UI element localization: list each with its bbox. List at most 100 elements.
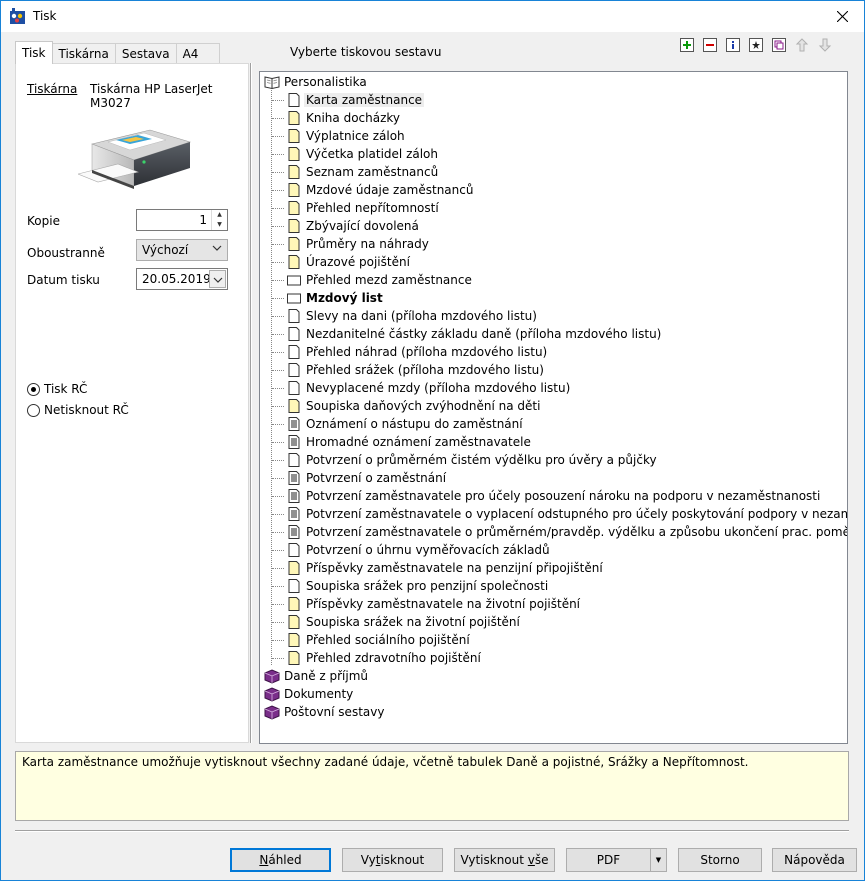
tab-tisk[interactable]: Tisk: [15, 41, 53, 64]
tree-item[interactable]: Mzdový list: [286, 289, 383, 307]
calendar-dropdown-icon[interactable]: [209, 270, 226, 288]
tree-item[interactable]: Úrazové pojištění: [286, 253, 410, 271]
landscape-document-icon: [287, 275, 301, 286]
date-field[interactable]: 20.05.2019: [136, 268, 228, 290]
tree-connector: [272, 298, 284, 299]
tree-item[interactable]: Soupiska daňových zvýhodnění na děti: [286, 397, 540, 415]
tree-item-label: Přehled nepřítomností: [306, 201, 439, 215]
copy-button[interactable]: [772, 38, 786, 52]
closed-book-icon: [264, 705, 280, 720]
printer-link[interactable]: Tiskárna: [27, 82, 77, 96]
tree-connector: [272, 568, 284, 569]
tree-item[interactable]: Slevy na dani (příloha mzdového listu): [286, 307, 537, 325]
tree-connector: [272, 262, 284, 263]
tab-strip: Tisk Tiskárna Sestava A4: [15, 41, 220, 64]
tree-item[interactable]: Nevyplacené mzdy (příloha mzdového listu…: [286, 379, 570, 397]
help-button[interactable]: Nápověda: [772, 848, 857, 872]
tree-item[interactable]: Příspěvky zaměstnavatele na penzijní při…: [286, 559, 603, 577]
tree-item-label: Průměry na náhrady: [306, 237, 429, 251]
preview-label: áhled: [268, 853, 302, 867]
tree-item[interactable]: Mzdové údaje zaměstnanců: [286, 181, 473, 199]
tree-connector: [272, 532, 284, 533]
tree-item[interactable]: Potvrzení zaměstnavatele o průměrném/pra…: [286, 523, 847, 541]
close-button[interactable]: [824, 3, 860, 30]
radio-checked-icon[interactable]: [27, 382, 40, 396]
radio-no-rc[interactable]: Netisknout RČ: [27, 403, 129, 417]
add-button[interactable]: [680, 38, 694, 52]
tree-item-label: Přehled zdravotního pojištění: [306, 651, 481, 665]
tree-item[interactable]: Zbývající dovolená: [286, 217, 419, 235]
tree-item-label: Nezdanitelné částky základu daně (příloh…: [306, 327, 662, 341]
form-document-icon: [288, 435, 300, 449]
tree-item[interactable]: Přehled nepřítomností: [286, 199, 439, 217]
radio-print-rc-label: Tisk RČ: [44, 382, 88, 396]
tree-item[interactable]: Výplatnice záloh: [286, 127, 405, 145]
tree-group[interactable]: Poštovní sestavy: [264, 703, 384, 721]
tree-item-label: Úrazové pojištění: [306, 255, 410, 269]
pdf-dropdown-icon[interactable]: ▼: [650, 849, 666, 871]
yellow-document-icon: [288, 183, 300, 197]
tree-item[interactable]: Potvrzení o zaměstnání: [286, 469, 446, 487]
duplex-select[interactable]: Výchozí: [136, 239, 228, 261]
tab-a4[interactable]: A4: [175, 43, 220, 64]
print-all-button[interactable]: Vytisknout v še: [454, 848, 555, 872]
tree-item[interactable]: Přehled sociálního pojištění: [286, 631, 470, 649]
copies-label: Kopie: [27, 214, 60, 228]
close-icon: [836, 11, 848, 22]
remove-button[interactable]: [703, 38, 717, 52]
print-label-a: Vy: [360, 853, 376, 867]
window-title: Tisk: [33, 9, 57, 23]
move-down-icon: [818, 38, 832, 52]
print-all-label-b: še: [534, 853, 549, 867]
tree-item[interactable]: Příspěvky zaměstnavatele na životní poji…: [286, 595, 580, 613]
pdf-button[interactable]: PDF ▼: [566, 848, 667, 872]
duplex-value: Výchozí: [142, 243, 189, 257]
spin-up-icon[interactable]: ▲: [212, 210, 227, 220]
document-icon: [288, 543, 300, 557]
tree-item[interactable]: Potvrzení zaměstnavatele o vyplacení ods…: [286, 505, 847, 523]
tree-item[interactable]: Soupiska srážek pro penzijní společnosti: [286, 577, 548, 595]
tree-item-label: Soupiska srážek pro penzijní společnosti: [306, 579, 549, 593]
tree-node-personalistika[interactable]: Personalistika: [264, 73, 367, 91]
tree-item-label: Oznámení o nástupu do zaměstnání: [306, 417, 523, 431]
tree-item[interactable]: Karta zaměstnance: [286, 91, 425, 109]
tree-item[interactable]: Soupiska srážek na životní pojištění: [286, 613, 520, 631]
radio-no-rc-label: Netisknout RČ: [44, 403, 129, 417]
yellow-document-icon: [288, 237, 300, 251]
tree-item[interactable]: Potvrzení o průměrném čistém výdělku pro…: [286, 451, 657, 469]
report-tree[interactable]: Personalistika Karta zaměstnance Kniha do…: [259, 71, 848, 744]
tree-item[interactable]: Nezdanitelné částky základu daně (příloh…: [286, 325, 661, 343]
tree-item[interactable]: Přehled náhrad (příloha mzdového listu): [286, 343, 547, 361]
radio-unchecked-icon[interactable]: [27, 403, 40, 417]
spin-down-icon[interactable]: ▼: [212, 220, 227, 230]
print-button[interactable]: Vy t isknout: [342, 848, 443, 872]
tab-tiskarna[interactable]: Tiskárna: [51, 43, 116, 64]
app-icon: [10, 8, 25, 24]
tree-item[interactable]: Potvrzení zaměstnavatele pro účely posou…: [286, 487, 820, 505]
favorite-button[interactable]: [749, 38, 763, 52]
tree-item[interactable]: Průměry na náhrady: [286, 235, 429, 253]
radio-print-rc[interactable]: Tisk RČ: [27, 382, 87, 396]
tree-item-label: Soupiska srážek na životní pojištění: [306, 615, 520, 629]
tree-connector: [272, 424, 284, 425]
tree-item[interactable]: Oznámení o nástupu do zaměstnání: [286, 415, 523, 433]
spinner-arrows[interactable]: ▲ ▼: [211, 210, 227, 230]
tree-group[interactable]: Daně z příjmů: [264, 667, 368, 685]
info-button[interactable]: [726, 38, 740, 52]
tree-item[interactable]: Hromadné oznámení zaměstnavatele: [286, 433, 531, 451]
tree-item-label: Nevyplacené mzdy (příloha mzdového listu…: [306, 381, 571, 395]
tree-item[interactable]: Kniha docházky: [286, 109, 400, 127]
tree-item[interactable]: Přehled mezd zaměstnance: [286, 271, 472, 289]
move-up-button[interactable]: [795, 38, 809, 52]
preview-button[interactable]: Náhled: [230, 848, 331, 872]
copies-spinner[interactable]: 1 ▲ ▼: [136, 209, 228, 231]
tree-item[interactable]: Přehled zdravotního pojištění: [286, 649, 481, 667]
cancel-button[interactable]: Storno: [678, 848, 762, 872]
move-down-button[interactable]: [818, 38, 832, 52]
tree-item[interactable]: Přehled srážek (příloha mzdového listu): [286, 361, 544, 379]
tree-item[interactable]: Výčetka platidel záloh: [286, 145, 438, 163]
tab-sestava[interactable]: Sestava: [114, 43, 177, 64]
tree-item[interactable]: Potvrzení o úhrnu vyměřovacích základů: [286, 541, 550, 559]
tree-item[interactable]: Seznam zaměstnanců: [286, 163, 438, 181]
tree-group[interactable]: Dokumenty: [264, 685, 353, 703]
